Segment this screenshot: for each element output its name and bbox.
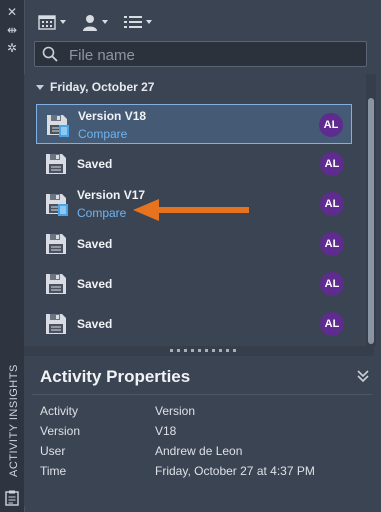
- panel-splitter[interactable]: [24, 346, 374, 356]
- file-save-icon: [45, 113, 69, 137]
- property-key: User: [40, 444, 66, 458]
- activity-row[interactable]: Saved AL: [36, 304, 352, 344]
- activity-row[interactable]: Saved AL: [36, 144, 352, 184]
- palette-title-text: ACTIVITY INSIGHTS: [8, 364, 20, 477]
- file-save-icon: [44, 232, 68, 256]
- collapse-group-icon: [36, 84, 44, 90]
- search-icon: [42, 46, 58, 67]
- activity-row[interactable]: Saved AL: [36, 224, 352, 264]
- properties-title: Activity Properties: [40, 367, 191, 386]
- settings-icon[interactable]: ✲: [4, 40, 20, 56]
- date-group-header[interactable]: Friday, October 27: [36, 80, 154, 94]
- date-group-label: Friday, October 27: [50, 80, 155, 94]
- property-key: Activity: [40, 404, 79, 418]
- collapse-icon[interactable]: [356, 368, 370, 384]
- splitter-grip-icon: [170, 349, 236, 352]
- close-icon[interactable]: ✕: [4, 4, 20, 20]
- property-value: Version: [155, 404, 196, 418]
- divider: [32, 394, 372, 395]
- list-view-icon: [124, 16, 142, 28]
- activity-insights-palette: ✕ ⇹ ✲ ACTIVITY INSIGHTS Frida: [0, 0, 381, 512]
- list-view-button[interactable]: [124, 11, 152, 33]
- avatar[interactable]: AL: [320, 312, 344, 336]
- property-key: Time: [40, 464, 67, 478]
- activity-properties-panel: Activity Properties Activity Version Vers…: [24, 356, 374, 506]
- compare-link[interactable]: Compare: [77, 206, 126, 220]
- activity-title: Saved: [77, 277, 113, 291]
- activity-title: Saved: [77, 157, 113, 171]
- activity-panel-icon[interactable]: [4, 490, 20, 506]
- palette-side-strip: ✕ ⇹ ✲ ACTIVITY INSIGHTS: [0, 0, 25, 512]
- compare-link[interactable]: Compare: [78, 127, 127, 141]
- file-save-icon: [44, 152, 68, 176]
- avatar[interactable]: AL: [320, 152, 344, 176]
- palette-title: ACTIVITY INSIGHTS: [3, 364, 21, 482]
- file-save-icon: [44, 272, 68, 296]
- activity-title: Saved: [77, 237, 113, 251]
- file-name-search-input[interactable]: [67, 45, 361, 65]
- property-key: Version: [40, 424, 81, 438]
- property-value: Andrew de Leon: [155, 444, 243, 458]
- avatar[interactable]: AL: [320, 232, 344, 256]
- activity-list: Friday, October 27 Version V18 Compare AL S…: [24, 74, 374, 346]
- file-save-icon: [44, 192, 68, 216]
- user-filter-button[interactable]: [82, 11, 108, 33]
- avatar[interactable]: AL: [320, 192, 344, 216]
- search-box: [34, 41, 367, 67]
- list-scrollbar-thumb[interactable]: [368, 98, 374, 344]
- user-filter-icon: [83, 14, 97, 31]
- annotation-arrow: [133, 199, 249, 221]
- file-save-icon: [44, 312, 68, 336]
- activity-row[interactable]: Saved AL: [36, 264, 352, 304]
- pin-icon[interactable]: ⇹: [4, 22, 20, 38]
- toolbar: [24, 0, 381, 40]
- avatar[interactable]: AL: [320, 272, 344, 296]
- activity-row[interactable]: Version V18 Compare AL: [36, 104, 352, 144]
- property-value: V18: [155, 424, 177, 438]
- calendar-view-icon: [38, 15, 56, 30]
- calendar-view-button[interactable]: [38, 11, 66, 33]
- activity-title: Saved: [77, 317, 113, 331]
- avatar[interactable]: AL: [319, 113, 343, 137]
- activity-title: Version V18: [78, 109, 147, 123]
- property-value: Friday, October 27 at 4:37 PM: [155, 464, 315, 478]
